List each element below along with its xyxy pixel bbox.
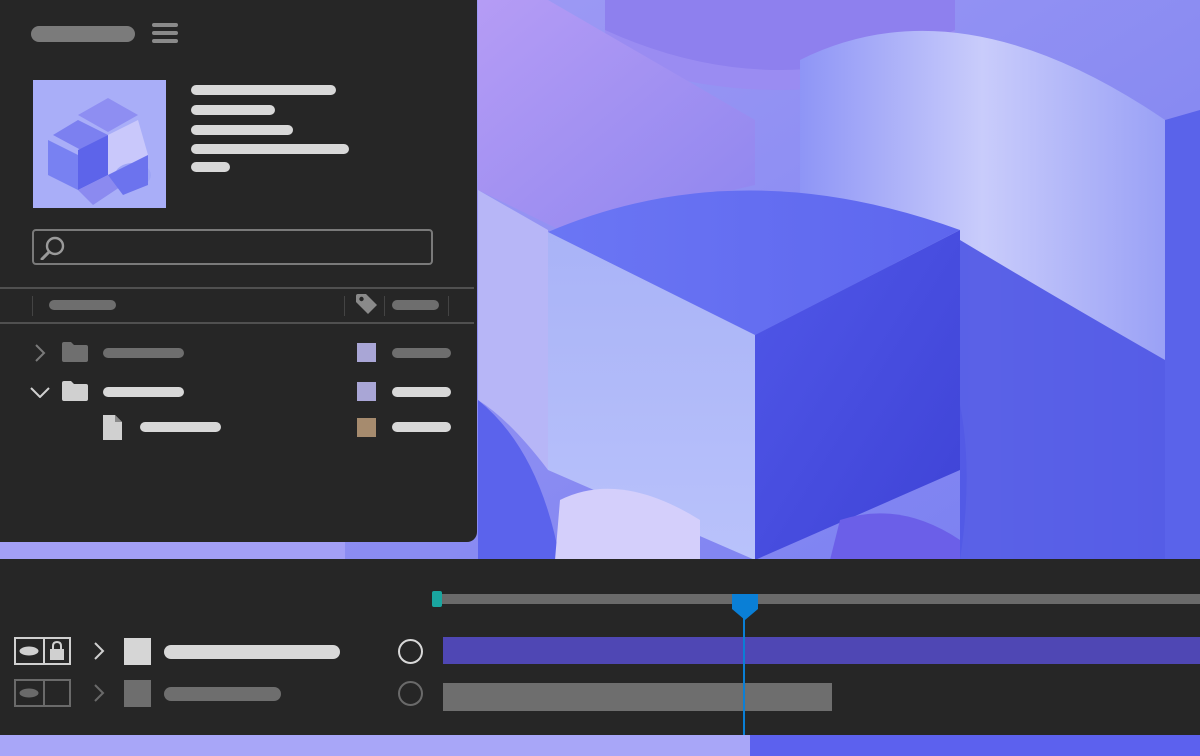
chevron-right-icon[interactable] <box>34 344 46 362</box>
layer-row[interactable] <box>0 677 1200 711</box>
item-name <box>103 387 184 397</box>
layer-thumbnail <box>124 638 151 665</box>
item-name <box>140 422 221 432</box>
info-line <box>191 125 293 135</box>
type-column-header[interactable] <box>392 300 439 310</box>
search-input[interactable] <box>78 235 422 261</box>
column-separator <box>344 296 345 316</box>
chevron-down-icon[interactable] <box>30 386 50 398</box>
hamburger-menu-icon[interactable] <box>152 22 179 44</box>
info-line <box>191 85 336 95</box>
folder-icon <box>62 381 88 401</box>
item-name <box>103 348 184 358</box>
column-separator <box>384 296 385 316</box>
column-separator <box>448 296 449 316</box>
column-separator <box>32 296 33 316</box>
label-swatch[interactable] <box>357 382 376 401</box>
tree-row-folder-collapsed[interactable] <box>0 338 474 368</box>
item-type <box>392 387 451 397</box>
timeline-panel <box>0 559 1200 735</box>
layer-row[interactable] <box>0 635 1200 667</box>
item-type <box>392 348 451 358</box>
info-line <box>191 144 349 154</box>
folder-icon <box>62 342 88 362</box>
label-tag-icon[interactable] <box>355 293 379 315</box>
layer-name <box>164 687 281 701</box>
playhead-line[interactable] <box>743 617 745 735</box>
layer-clip-bar[interactable] <box>443 637 1200 664</box>
playhead-marker-icon[interactable] <box>731 593 759 621</box>
search-field[interactable] <box>32 229 433 265</box>
eye-icon[interactable] <box>19 646 39 656</box>
divider <box>0 287 474 289</box>
work-area-start-handle[interactable] <box>432 591 442 607</box>
layer-switch-box <box>14 637 71 665</box>
label-swatch[interactable] <box>357 343 376 362</box>
circle-keyframe-icon[interactable] <box>397 680 424 707</box>
layer-name <box>164 645 340 659</box>
tree-row-file[interactable] <box>0 413 474 443</box>
layer-thumbnail <box>124 680 151 707</box>
padlock-icon[interactable] <box>49 641 65 661</box>
eye-icon[interactable] <box>19 688 39 698</box>
info-line <box>191 105 275 115</box>
name-column-header[interactable] <box>49 300 116 310</box>
magnifier-icon <box>40 236 65 260</box>
chevron-right-icon[interactable] <box>93 642 105 660</box>
preview-thumbnail <box>33 80 166 208</box>
divider <box>0 322 474 324</box>
layer-switch-box <box>14 679 71 707</box>
info-line <box>191 162 230 172</box>
item-type <box>392 422 451 432</box>
project-panel <box>0 0 477 542</box>
chevron-right-icon[interactable] <box>93 684 105 702</box>
label-swatch[interactable] <box>357 418 376 437</box>
file-icon <box>103 415 122 440</box>
circle-keyframe-icon[interactable] <box>397 638 424 665</box>
panel-title <box>31 26 135 42</box>
layer-clip-bar[interactable] <box>443 683 832 711</box>
time-ruler-track[interactable] <box>438 594 1200 604</box>
tree-row-folder-expanded[interactable] <box>0 377 474 407</box>
